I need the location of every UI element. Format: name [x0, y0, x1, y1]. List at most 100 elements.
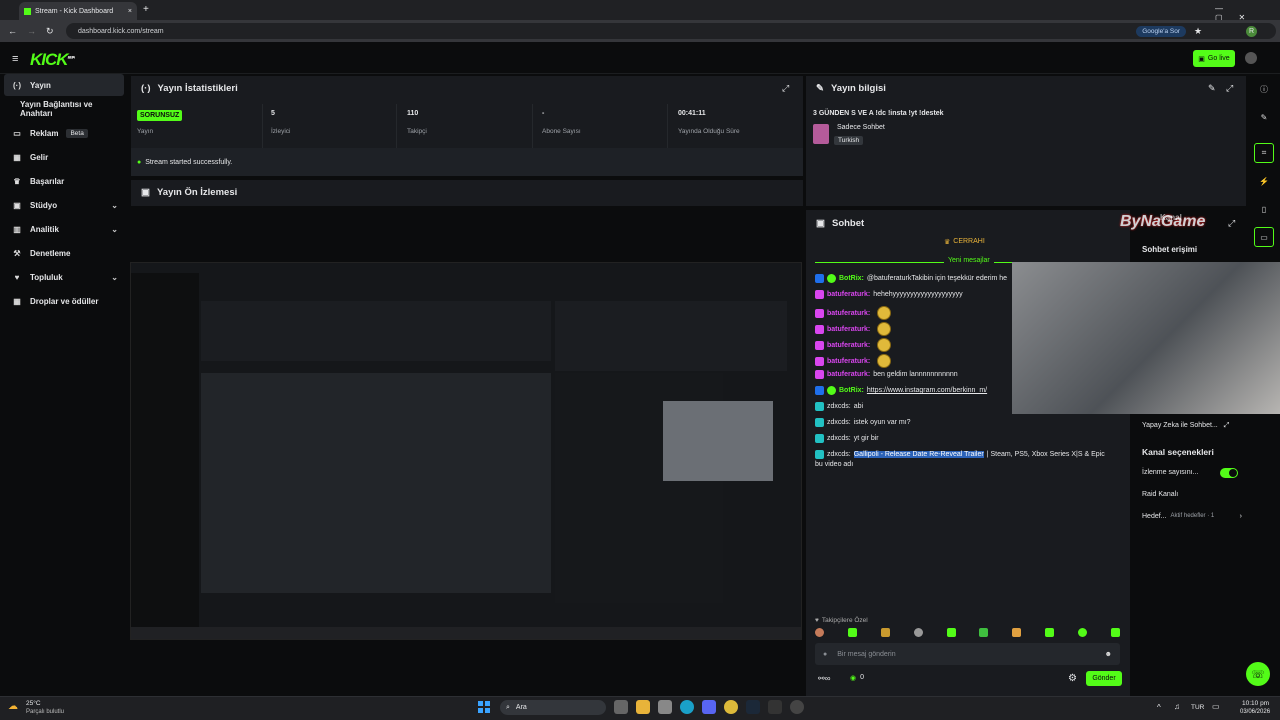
chat-message: batuferaturk:: [815, 306, 892, 320]
viewer-count-toggle[interactable]: [1220, 468, 1238, 478]
clock-time[interactable]: 10:10 pm: [1242, 700, 1269, 707]
sidebar-item-drops[interactable]: ▦ Droplar ve ödüller: [4, 290, 124, 312]
emote-icon[interactable]: [946, 628, 956, 637]
chrome-icon[interactable]: [724, 700, 738, 714]
store-icon[interactable]: [658, 700, 672, 714]
epic-icon[interactable]: [768, 700, 782, 714]
edit-icon[interactable]: ✎: [1254, 107, 1274, 127]
external-link-icon: ⤢: [1223, 422, 1230, 429]
verified-icon: [827, 386, 836, 395]
sidebar-item-analytics[interactable]: ▥ Analitik ⌄: [4, 218, 124, 240]
language-indicator[interactable]: TUR: [1191, 704, 1204, 711]
emote-icon[interactable]: [1078, 628, 1087, 637]
tray-chevron-icon[interactable]: ^: [1157, 703, 1161, 712]
chevron-down-icon: ⌄: [111, 224, 118, 234]
goals-option[interactable]: Hedef... Aktif hedefler · 1 ›: [1142, 513, 1242, 520]
pinned-message[interactable]: ♛ CERRAHI: [944, 238, 985, 246]
emote-icon[interactable]: [1012, 628, 1022, 637]
new-tab-icon[interactable]: +: [143, 4, 149, 15]
sidebar-item-label: Gelir: [30, 152, 49, 162]
go-live-button[interactable]: ▣ Go live: [1193, 50, 1235, 67]
windows-start-icon[interactable]: [478, 701, 490, 713]
user-avatar[interactable]: [1245, 52, 1257, 64]
edge-icon[interactable]: [680, 700, 694, 714]
sidebar-item-revenue[interactable]: ▦ Gelir: [4, 146, 124, 168]
bolt-icon[interactable]: ⚡: [1254, 171, 1274, 191]
studio-icon: ▣: [13, 200, 21, 210]
sidebar-item-community[interactable]: ♥ Topluluk ⌄: [4, 266, 124, 288]
sidebar-item-stream[interactable]: (·) Yayın: [4, 74, 124, 96]
emote-icon[interactable]: [979, 628, 989, 637]
sidebar-item-studio[interactable]: ▣ Stüdyo ⌄: [4, 194, 124, 216]
google-ask-pill[interactable]: Google'a Sor: [1136, 25, 1186, 37]
forward-icon[interactable]: →: [27, 26, 36, 36]
browser-tab-bar: [0, 0, 1280, 20]
chat-input[interactable]: ● Bir mesaj gönderin ☻: [815, 643, 1120, 665]
emote-icon[interactable]: [847, 628, 857, 637]
followers-only-text: Takipçilere Özel: [821, 617, 868, 624]
popout-icon[interactable]: ⤢: [1228, 218, 1235, 229]
emote-icon[interactable]: [1045, 628, 1055, 637]
info-icon[interactable]: ⓘ: [1254, 79, 1274, 99]
popout-icon[interactable]: ⤢: [782, 83, 789, 94]
emote-icon[interactable]: [913, 628, 923, 637]
obs-icon[interactable]: [790, 700, 804, 714]
gear-icon[interactable]: ⚙: [1068, 673, 1077, 684]
chat-message: zdxcds: yt gir bir: [815, 434, 879, 443]
popout-icon[interactable]: ⤢: [1226, 83, 1233, 94]
stats-title: (·) Yayın İstatistikleri: [141, 83, 238, 94]
browser-tab[interactable]: Stream - Kick Dashboard ×: [19, 2, 137, 20]
chat-username: zdxcds:: [827, 403, 851, 410]
discord-icon[interactable]: [702, 700, 716, 714]
send-button[interactable]: Gönder: [1086, 671, 1122, 686]
raid-option[interactable]: Raid Kanalı: [1142, 491, 1178, 498]
sidebar-item-ads[interactable]: ▭ Reklam Beta: [4, 122, 124, 144]
tab-close-icon[interactable]: ×: [128, 8, 132, 15]
back-icon[interactable]: ←: [8, 26, 17, 36]
taskbar-search[interactable]: ⌕ Ara: [500, 700, 606, 715]
url-text: dashboard.kick.com/stream: [78, 27, 164, 35]
channel-points[interactable]: ◉ 0: [850, 674, 864, 682]
chat-message: batuferaturk: hehehyyyyyyyyyyyyyyyyyyyy: [815, 290, 963, 299]
phone-icon[interactable]: ▯: [1254, 199, 1274, 219]
chevron-down-icon: ⌄: [111, 272, 118, 282]
chat-text: istek oyun var mı?: [853, 419, 911, 426]
chat-username: zdxcds:: [827, 435, 851, 442]
mic-icon[interactable]: ♫: [1174, 702, 1180, 711]
kick-logo[interactable]: KICKBETA: [30, 50, 75, 70]
chat-access-label: Sohbet erişimi: [1142, 245, 1198, 254]
chat-username: batuferaturk:: [827, 309, 871, 317]
sunglasses-emote-icon: [877, 306, 892, 320]
sidebar-item-stream-key[interactable]: Yayın Bağlantısı ve Anahtarı: [4, 98, 124, 120]
profile-avatar[interactable]: R: [1246, 26, 1257, 37]
edit-icon[interactable]: ✎: [1208, 83, 1216, 94]
sidebar-item-achievements[interactable]: ♛ Başarılar: [4, 170, 124, 192]
preview-video[interactable]: [130, 262, 802, 640]
emoji-icon[interactable]: ☻: [1105, 651, 1112, 658]
sidebar-item-label: Stüdyo: [30, 200, 58, 210]
steam-icon[interactable]: [746, 700, 760, 714]
reload-icon[interactable]: ↻: [46, 26, 54, 37]
emote-icon[interactable]: [1110, 628, 1120, 637]
emote-icon[interactable]: [815, 628, 824, 637]
infinity-icon[interactable]: ⚯∞: [818, 674, 830, 683]
help-button[interactable]: ☏: [1246, 662, 1270, 686]
menu-icon[interactable]: ≡: [12, 53, 18, 65]
ai-chat-link[interactable]: Yapay Zeka ile Sohbet... ⤢: [1142, 422, 1229, 430]
emote-icon[interactable]: [880, 628, 890, 637]
file-explorer-icon[interactable]: [636, 700, 650, 714]
ai-chat-text: Yapay Zeka ile Sohbet...: [1142, 422, 1218, 429]
chat-message: BotRix: @batuferaturkTakibin için teşekkü…: [815, 274, 1007, 283]
ad-icon: ▭: [13, 128, 21, 138]
chat-link[interactable]: https://www.instagram.com/berkinn_m/: [867, 387, 987, 394]
clock-date[interactable]: 03/06/2026: [1240, 709, 1270, 715]
task-view-icon[interactable]: [614, 700, 628, 714]
category-thumbnail: [813, 124, 829, 144]
chat-bubble-icon[interactable]: ▭: [1254, 227, 1274, 247]
trophy-icon: ♛: [13, 176, 21, 186]
clip-icon[interactable]: ⌗: [1254, 143, 1274, 163]
sidebar-item-moderation[interactable]: ⚒ Denetleme: [4, 242, 124, 264]
network-icon[interactable]: ▭: [1212, 702, 1220, 711]
star-icon[interactable]: ★: [1194, 26, 1202, 37]
url-field[interactable]: dashboard.kick.com/stream Google'a Sor: [66, 23, 1276, 39]
